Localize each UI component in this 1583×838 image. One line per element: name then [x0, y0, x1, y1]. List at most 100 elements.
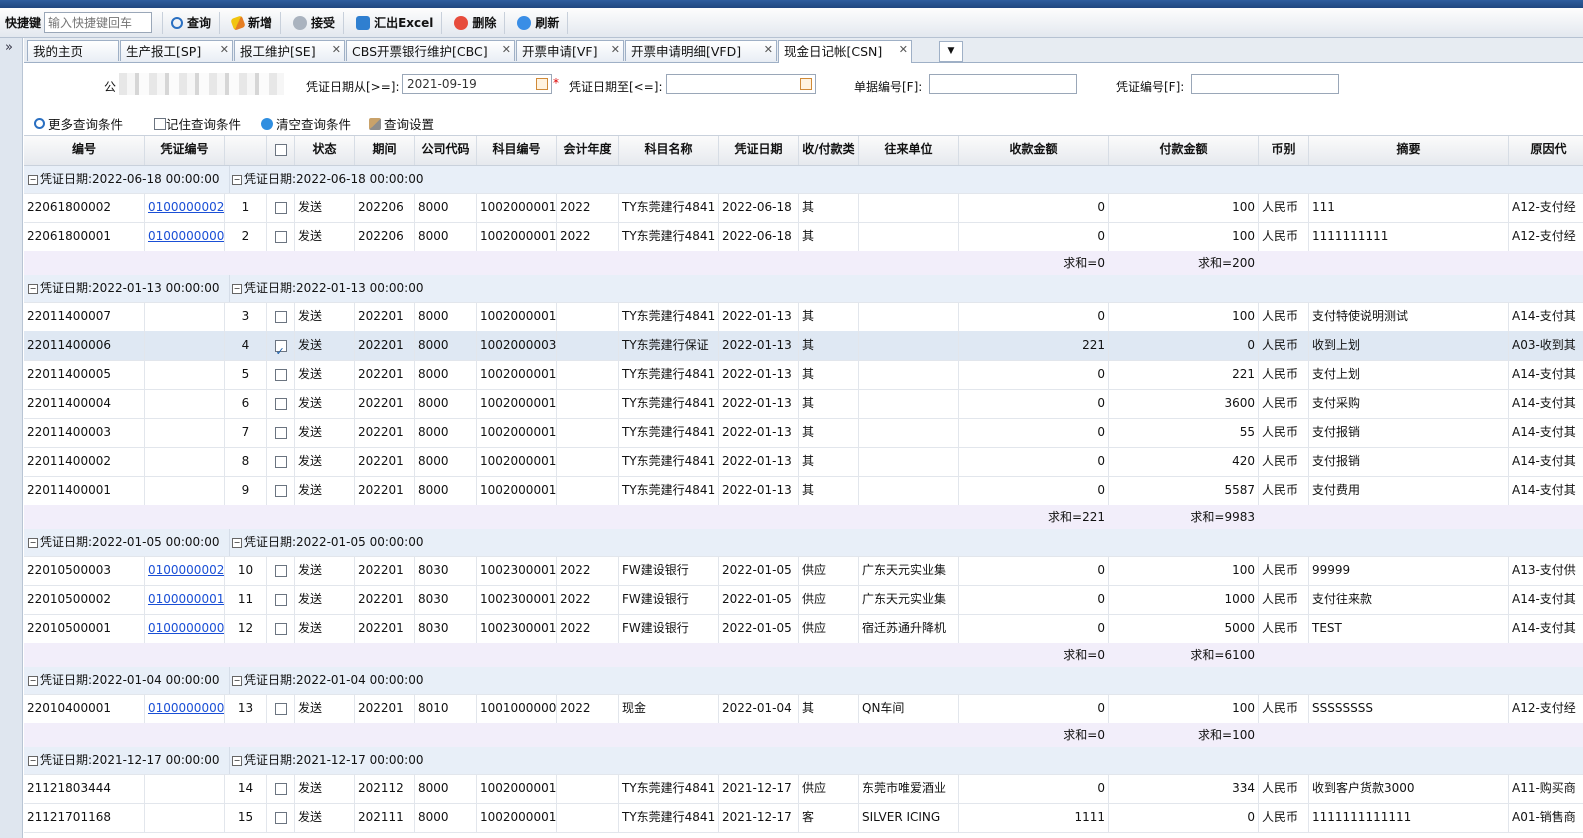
more-conditions-link[interactable]: 更多查询条件	[34, 114, 123, 133]
doc-no-input[interactable]	[929, 74, 1077, 94]
toolbar-button-1[interactable]: 新增	[224, 11, 282, 34]
column-header-summary[interactable]: 摘要	[1309, 136, 1509, 165]
row-checkbox[interactable]	[274, 397, 287, 410]
voucher-no-input[interactable]	[1191, 74, 1339, 94]
group-toggle[interactable]: − 凭证日期:2021-12-17 00:00:00	[28, 747, 220, 774]
column-header-checked[interactable]	[267, 136, 295, 165]
group-header-row[interactable]: − 凭证日期:2022-01-04 00:00:00− 凭证日期:2022-01-0…	[24, 667, 1583, 695]
query-settings-link[interactable]: 查询设置	[369, 114, 434, 133]
expand-arrow-icon[interactable]: »	[5, 40, 13, 55]
collapse-icon[interactable]: −	[28, 755, 38, 766]
company-field-redacted[interactable]	[119, 73, 284, 95]
collapse-icon[interactable]: −	[28, 537, 38, 548]
collapse-icon[interactable]: −	[232, 283, 242, 294]
date-from-input[interactable]: 2021-09-19	[402, 74, 552, 94]
column-header-partner[interactable]: 往来单位	[859, 136, 959, 165]
group-toggle-secondary[interactable]: − 凭证日期:2022-06-18 00:00:00	[229, 166, 424, 193]
group-toggle[interactable]: − 凭证日期:2022-01-04 00:00:00	[28, 667, 220, 694]
tab-close-icon[interactable]: ✕	[220, 41, 229, 60]
tab-4[interactable]: 开票申请[VF] ✕	[516, 40, 624, 61]
row-checkbox[interactable]	[274, 368, 287, 381]
tab-0[interactable]: 我的主页	[27, 40, 119, 61]
table-row[interactable]: 22010400001 0100000000 13 发送 202201 8010 10010…	[24, 694, 1583, 724]
voucher-link[interactable]: 0100000002	[148, 563, 224, 577]
row-checkbox[interactable]	[274, 337, 287, 360]
shortcut-input[interactable]	[44, 12, 153, 33]
toolbar-button-2[interactable]: 接受	[285, 11, 345, 34]
select-all-checkbox[interactable]	[274, 143, 287, 156]
tab-3[interactable]: CBS开票银行维护[CBC] ✕	[346, 40, 515, 61]
clear-conditions-link[interactable]: 清空查询条件	[261, 114, 351, 133]
group-toggle-secondary[interactable]: − 凭证日期:2022-01-13 00:00:00	[229, 275, 424, 302]
group-header-row[interactable]: − 凭证日期:2022-01-13 00:00:00 − 凭证日期:2022-01-1…	[24, 275, 1583, 303]
table-row[interactable]: 21121803444 14 发送 202112 8000 1002000001 TY东莞建…	[24, 774, 1583, 804]
collapse-icon[interactable]: −	[232, 755, 242, 766]
row-checkbox[interactable]	[274, 455, 287, 468]
collapse-icon[interactable]: −	[28, 675, 38, 686]
row-checkbox[interactable]	[274, 811, 287, 824]
column-header-reason[interactable]: 原因代	[1509, 136, 1583, 165]
voucher-link[interactable]: 0100000001	[148, 592, 224, 606]
table-row[interactable]: 22011400002 8 发送 202201 8000 1002000001 TY东莞建行…	[24, 447, 1583, 477]
collapse-icon[interactable]: −	[28, 283, 38, 294]
voucher-link[interactable]: 0100000000	[148, 621, 224, 635]
group-toggle[interactable]: − 凭证日期:2022-01-13 00:00:00	[28, 275, 220, 302]
toolbar-button-3[interactable]: 汇出Excel	[348, 11, 443, 34]
table-row[interactable]: 22011400001 9 发送 202201 8000 1002000001 TY东莞建行…	[24, 476, 1583, 506]
collapse-icon[interactable]: −	[232, 174, 242, 185]
group-toggle-secondary[interactable]: − 凭证日期:2021-12-17 00:00:00	[229, 747, 424, 774]
column-header-company[interactable]: 公司代码	[415, 136, 477, 165]
tab-1[interactable]: 生产报工[SP] ✕	[120, 40, 233, 61]
row-checkbox[interactable]	[274, 426, 287, 439]
group-toggle[interactable]: − 凭证日期:2022-06-18 00:00:00	[28, 166, 220, 193]
group-header-row[interactable]: − 凭证日期:2022-06-18 00:00:00 − 凭证日期:2022-06-1…	[24, 166, 1583, 194]
group-toggle[interactable]: − 凭证日期:2022-01-05 00:00:00	[28, 529, 220, 556]
tab-menu-dropdown[interactable]: ▼	[939, 41, 963, 62]
column-header-status[interactable]: 状态	[295, 136, 355, 165]
table-row[interactable]: 22061800002 0100000002 1 发送 202206 8000 100200…	[24, 193, 1583, 223]
tab-close-icon[interactable]: ✕	[611, 41, 620, 60]
column-header-account[interactable]: 科目编号	[477, 136, 557, 165]
column-header-currency[interactable]: 币别	[1259, 136, 1309, 165]
column-header-voucher[interactable]: 凭证编号	[145, 136, 225, 165]
toolbar-button-4[interactable]: 删除	[446, 11, 506, 34]
row-checkbox[interactable]	[274, 201, 287, 214]
column-header-date[interactable]: 凭证日期	[719, 136, 799, 165]
column-header-account_name[interactable]: 科目名称	[619, 136, 719, 165]
row-checkbox[interactable]	[274, 310, 287, 323]
tab-close-icon[interactable]: ✕	[764, 41, 773, 60]
toolbar-button-5[interactable]: 刷新	[509, 11, 569, 34]
column-header-seq[interactable]	[225, 136, 267, 165]
voucher-link[interactable]: 0100000002	[148, 200, 224, 214]
table-row[interactable]: 22010500003 0100000002 10 发送 202201 8030 10023…	[24, 556, 1583, 586]
group-toggle-secondary[interactable]: − 凭证日期:2022-01-05 00:00:00	[229, 529, 424, 556]
tab-close-icon[interactable]: ✕	[332, 41, 341, 60]
collapse-icon[interactable]: −	[28, 174, 38, 185]
toolbar-button-0[interactable]: 查询	[162, 11, 221, 34]
table-row[interactable]: 22011400004 6 发送 202201 8000 1002000001 TY东莞建行…	[24, 389, 1583, 419]
group-header-row[interactable]: − 凭证日期:2022-01-05 00:00:00 − 凭证日期:2022-01-0…	[24, 529, 1583, 557]
column-header-year[interactable]: 会计年度	[557, 136, 619, 165]
table-row[interactable]: 22011400003 7 发送 202201 8000 1002000001 TY东莞建行…	[24, 418, 1583, 448]
column-header-period[interactable]: 期间	[355, 136, 415, 165]
voucher-link[interactable]: 0100000000	[148, 701, 224, 715]
date-to-input[interactable]	[666, 74, 816, 94]
collapse-icon[interactable]: −	[232, 537, 242, 548]
group-header-row[interactable]: − 凭证日期:2021-12-17 00:00:00 − 凭证日期:2021-12-1…	[24, 747, 1583, 775]
column-header-type[interactable]: 收/付款类	[799, 136, 859, 165]
table-row[interactable]: 22011400006 4 发送20220180001002000003 TY东莞建行…	[24, 331, 1583, 361]
tab-2[interactable]: 报工维护[SE] ✕	[234, 40, 345, 61]
voucher-link[interactable]: 0100000000	[148, 229, 224, 243]
calendar-icon[interactable]	[536, 78, 548, 90]
table-row[interactable]: 22010500001 0100000000 12 发送 202201 8030 10023…	[24, 614, 1583, 644]
table-row[interactable]: 22010500002 0100000001 11 发送 202201 8030 10023…	[24, 585, 1583, 615]
table-row[interactable]: 22011400005 5 发送 202201 8000 1002000001 TY东莞建行…	[24, 360, 1583, 390]
column-header-pay[interactable]: 付款金额	[1109, 136, 1259, 165]
tab-6[interactable]: 现金日记帐[CSN] ✕	[778, 40, 912, 63]
row-checkbox[interactable]	[274, 622, 287, 635]
row-checkbox[interactable]	[274, 593, 287, 606]
tab-close-icon[interactable]: ✕	[502, 41, 511, 60]
left-collapse-gutter[interactable]: »	[0, 38, 23, 838]
checkbox-icon[interactable]	[154, 117, 166, 130]
tab-close-icon[interactable]: ✕	[899, 41, 908, 60]
